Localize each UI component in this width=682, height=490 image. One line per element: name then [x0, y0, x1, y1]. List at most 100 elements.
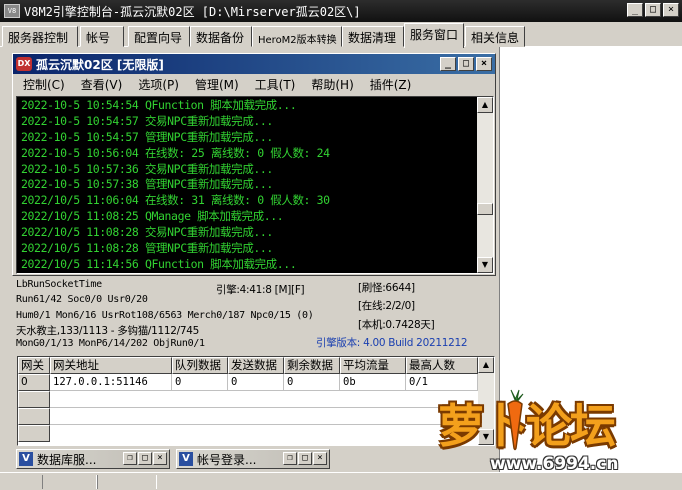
col-header-queue[interactable]: 队列数据 [172, 357, 228, 374]
menu-help[interactable]: 帮助(H) [307, 76, 357, 93]
carrot-icon [507, 389, 524, 451]
minimized-login-title: 帐号登录... [197, 452, 257, 467]
maximize-icon[interactable]: □ [138, 452, 152, 465]
scroll-up-icon[interactable]: ▲ [477, 97, 493, 113]
status-online: [在线:2/2/0] [358, 300, 415, 312]
log-scrollbar[interactable]: ▲ ▼ [477, 97, 493, 273]
log-line: 2022/10/5 11:08:28 交易NPC重新加载完成... [21, 225, 273, 240]
status-run: Run61/42 Soc0/0 Usr0/20 [16, 294, 148, 305]
login-window-icon: V [179, 452, 193, 466]
menu-manage[interactable]: 管理(M) [191, 76, 243, 93]
col-header-avg-traffic[interactable]: 平均流量 [340, 357, 406, 374]
tab-server-control[interactable]: 服务器控制 [2, 26, 78, 47]
watermark-title: 萝卜论坛 [438, 399, 616, 453]
app-title-bar[interactable]: V8 V8M2引擎控制台-孤云沉默02区 [D:\Mirserver孤云02区\… [0, 0, 682, 22]
close-button[interactable]: × [663, 3, 679, 17]
scroll-down-icon[interactable]: ▼ [477, 257, 493, 273]
table-cell-avg-traffic[interactable]: 0b [340, 374, 406, 391]
minimized-login-window[interactable]: V 帐号登录... ❐ □ × [176, 449, 330, 469]
col-header-max-users[interactable]: 最高人数 [406, 357, 478, 374]
maximize-button[interactable]: □ [645, 3, 661, 17]
login-window-controls: ❐ □ × [283, 452, 327, 465]
table-row-empty [50, 391, 478, 408]
table-row-empty [50, 408, 478, 425]
minimize-button[interactable]: _ [627, 3, 643, 17]
table-row-header[interactable] [18, 391, 50, 408]
menu-tools[interactable]: 工具(T) [251, 76, 300, 93]
status-panel: LbRunSocketTime Run61/42 Soc0/0 Usr0/20 … [16, 279, 496, 349]
table-cell-queue[interactable]: 0 [172, 374, 228, 391]
status-map: 天水教主,133/1113 - 多钩猫/1112/745 [16, 325, 200, 337]
watermark-logo: 萝卜论坛 www.6994.cn [430, 388, 680, 488]
menu-plugins[interactable]: 插件(Z) [366, 76, 416, 93]
tab-account[interactable]: 帐号 [80, 26, 124, 47]
app-icon: V8 [4, 4, 20, 18]
app-title: V8M2引擎控制台-孤云沉默02区 [D:\Mirserver孤云02区\] [24, 4, 361, 19]
maximize-icon[interactable]: □ [298, 452, 312, 465]
engine-title-bar[interactable]: DX 孤云沉默02区 [无限版] _ □ × [13, 54, 495, 74]
menu-options[interactable]: 选项(P) [134, 76, 183, 93]
tab-herom2-convert[interactable]: HeroM2版本转换 [252, 26, 342, 47]
table-cell-remaining[interactable]: 0 [284, 374, 340, 391]
log-line: 2022/10/5 11:08:28 管理NPC重新加载完成... [21, 241, 273, 256]
engine-window-controls: _ □ × [440, 57, 492, 71]
engine-close-button[interactable]: × [476, 57, 492, 71]
col-header-address[interactable]: 网关地址 [50, 357, 172, 374]
status-socket-time: LbRunSocketTime [16, 279, 102, 290]
log-line: 2022/10/5 11:14:56 QFunction 脚本加载完成... [21, 256, 297, 271]
table-row-header[interactable] [18, 408, 50, 425]
close-icon[interactable]: × [313, 452, 327, 465]
tab-service-window[interactable]: 服务窗口 [404, 23, 464, 48]
log-line: 2022-10-5 10:54:57 交易NPC重新加载完成... [21, 113, 273, 128]
engine-version: 引擎版本: 4.00 Build 20211212 [316, 337, 468, 349]
main-tabs: 服务器控制 帐号 配置向导 数据备份 HeroM2版本转换 数据清理 服务窗口 … [0, 23, 682, 48]
log-line: 2022-10-5 10:56:04 在线数: 25 离线数: 0 假人数: 2… [21, 145, 330, 160]
log-line: 2022-10-5 10:54:57 管理NPC重新加载完成... [21, 129, 273, 144]
tab-config-wizard[interactable]: 配置向导 [128, 26, 190, 47]
status-segment [97, 475, 157, 489]
minimized-db-window[interactable]: V 数据库服... ❐ □ × [16, 449, 170, 469]
table-cell-address[interactable]: 127.0.0.1:51146 [50, 374, 172, 391]
db-window-controls: ❐ □ × [123, 452, 167, 465]
log-lines: 2022-10-5 10:54:54 QFunction 脚本加载完成... 2… [21, 98, 477, 273]
log-line: 2022-10-5 10:57:36 交易NPC重新加载完成... [21, 161, 273, 176]
window-controls: _ □ × [627, 3, 679, 17]
scroll-thumb[interactable] [477, 203, 493, 215]
engine-title: 孤云沉默02区 [无限版] [36, 57, 164, 72]
minimized-db-title: 数据库服... [37, 452, 97, 467]
col-header-remaining[interactable]: 剩余数据 [284, 357, 340, 374]
engine-menubar: 控制(C) 查看(V) 选项(P) 管理(M) 工具(T) 帮助(H) 插件(Z… [13, 74, 495, 94]
engine-minimize-button[interactable]: _ [440, 57, 456, 71]
tab-data-cleanup[interactable]: 数据清理 [342, 26, 404, 47]
table-cell-sent[interactable]: 0 [228, 374, 284, 391]
log-console[interactable]: 2022-10-5 10:54:54 QFunction 脚本加载完成... 2… [16, 96, 494, 274]
close-icon[interactable]: × [153, 452, 167, 465]
engine-window: DX 孤云沉默02区 [无限版] _ □ × 控制(C) 查看(V) 选项(P)… [12, 53, 496, 276]
gateway-table[interactable]: 网关 网关地址 队列数据 发送数据 剩余数据 平均流量 最高人数 0 127.0… [17, 356, 495, 446]
log-line: 2022/10/5 11:06:04 在线数: 31 离线数: 0 假人数: 3… [21, 193, 330, 208]
engine-icon: DX [16, 57, 32, 71]
tab-related-info[interactable]: 相关信息 [465, 26, 525, 47]
status-machine: [本机:0.7428天] [358, 319, 435, 331]
scroll-up-icon[interactable]: ▲ [478, 357, 494, 373]
log-line: 2022/10/5 11:08:25 QManage 脚本加载完成... [21, 209, 284, 224]
col-header-sent[interactable]: 发送数据 [228, 357, 284, 374]
status-hum: Hum0/1 Mon6/16 UsrRot108/6563 Merch0/187… [16, 310, 314, 321]
status-refresh: [刷怪:6644] [358, 282, 415, 294]
table-row-header[interactable]: 0 [18, 374, 50, 391]
status-engine-time: 引擎:4:41:8 [M][F] [216, 284, 305, 296]
watermark-url: www.6994.cn [490, 454, 619, 474]
col-header-gateway[interactable]: 网关 [18, 357, 50, 374]
menu-control[interactable]: 控制(C) [19, 76, 69, 93]
log-line: 2022-10-5 10:54:54 QFunction 脚本加载完成... [21, 98, 297, 112]
status-mon: MonG0/1/13 MonP6/14/202 ObjRun0/1 [16, 338, 205, 349]
menu-view[interactable]: 查看(V) [77, 76, 127, 93]
status-segment [42, 475, 97, 489]
restore-icon[interactable]: ❐ [123, 452, 137, 465]
engine-maximize-button[interactable]: □ [458, 57, 474, 71]
restore-icon[interactable]: ❐ [283, 452, 297, 465]
log-line: 2022-10-5 10:57:38 管理NPC重新加载完成... [21, 177, 273, 192]
db-window-icon: V [19, 452, 33, 466]
tab-data-backup[interactable]: 数据备份 [190, 26, 252, 47]
table-row-header[interactable] [18, 425, 50, 442]
